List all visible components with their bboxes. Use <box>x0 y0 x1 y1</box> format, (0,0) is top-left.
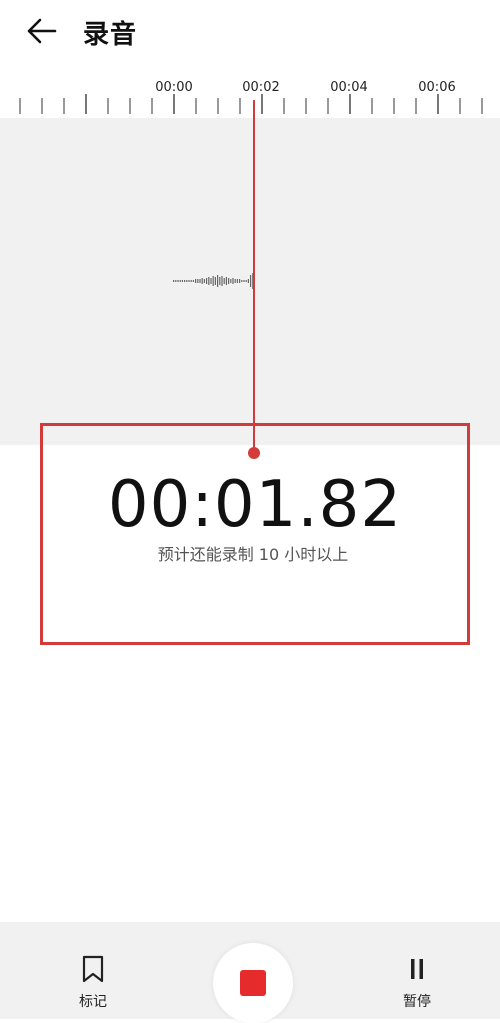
waveform-bar <box>186 280 188 282</box>
waveform-bar <box>236 279 238 283</box>
waveform-bar <box>245 280 247 282</box>
waveform-bar <box>243 280 245 282</box>
waveform-bar <box>250 275 252 287</box>
stop-record-button[interactable] <box>213 943 293 1023</box>
waveform-bar <box>212 276 214 286</box>
ruler-label: 00:06 <box>418 80 455 95</box>
waveform-bar <box>206 278 208 284</box>
waveform-bar <box>214 277 216 285</box>
highlight-box <box>40 423 470 645</box>
waveform-bar <box>208 277 210 285</box>
waveform-bar <box>188 280 190 282</box>
waveform-bar <box>192 280 194 282</box>
time-ruler-svg: 00:00 00:02 00:04 00:06 <box>19 80 483 114</box>
app-header: 录音 <box>0 0 500 66</box>
ruler-label: 00:00 <box>155 80 192 95</box>
waveform-bar <box>210 278 212 284</box>
waveform-bar <box>225 277 227 285</box>
waveform-bar <box>203 279 205 283</box>
waveform-bar <box>184 280 186 282</box>
playhead-line <box>253 100 255 452</box>
arrow-left-icon[interactable] <box>26 17 58 49</box>
back-button[interactable] <box>22 15 62 51</box>
bookmark-icon <box>80 955 106 988</box>
ruler-label: 00:04 <box>330 80 367 95</box>
waveform-bar <box>230 279 232 283</box>
waveform-bar <box>199 279 201 283</box>
waveform-bar <box>177 280 179 282</box>
waveform-bar <box>217 275 219 287</box>
pause-button[interactable]: 暂停 <box>392 954 442 1012</box>
waveform-bar <box>219 277 221 285</box>
waveform-bar <box>201 278 203 284</box>
waveform-bar <box>239 279 241 283</box>
waveform-bar <box>241 280 243 282</box>
waveform-bar <box>195 279 197 283</box>
stop-icon <box>240 970 266 996</box>
mark-button[interactable]: 标记 <box>68 954 118 1012</box>
waveform-bar <box>223 278 225 284</box>
waveform-bar <box>175 280 177 282</box>
ruler-label: 00:02 <box>242 80 279 95</box>
time-ruler[interactable]: 00:00 00:02 00:04 00:06 <box>0 70 500 120</box>
waveform-bar <box>190 280 192 282</box>
waveform <box>173 273 254 289</box>
pause-icon <box>404 959 430 988</box>
waveform-bar <box>232 278 234 284</box>
pause-label: 暂停 <box>403 994 431 1010</box>
page-title: 录音 <box>83 20 138 50</box>
waveform-bar <box>234 279 236 283</box>
waveform-bar <box>221 276 223 286</box>
waveform-bar <box>179 280 181 282</box>
waveform-bar <box>181 280 183 282</box>
mark-label: 标记 <box>79 994 107 1010</box>
waveform-bar <box>247 279 249 283</box>
waveform-bar <box>173 280 175 282</box>
waveform-bar <box>228 278 230 284</box>
ruler-ticks <box>19 94 483 114</box>
waveform-bar <box>197 279 199 283</box>
